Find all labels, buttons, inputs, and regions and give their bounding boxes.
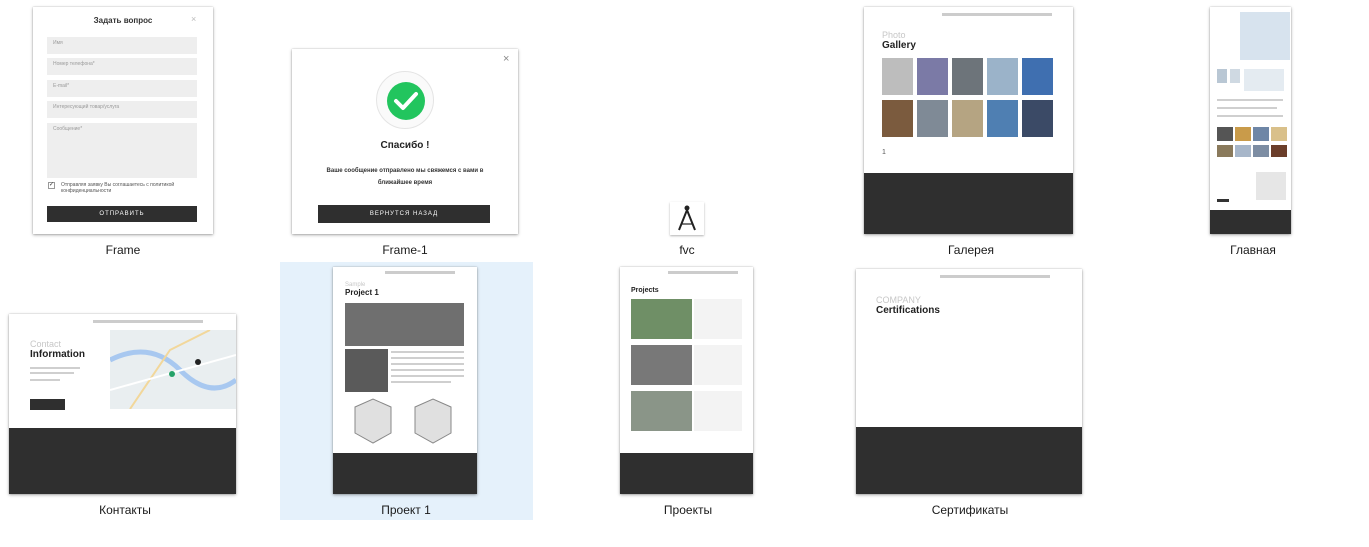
file-label: Главная xyxy=(1230,243,1276,257)
contacts-title-light: Contact xyxy=(30,339,62,349)
file-label: fvc xyxy=(679,243,695,257)
file-label: Frame xyxy=(105,243,141,257)
nav-bar xyxy=(93,320,203,323)
thumbnail-gallery: Photo Gallery 1 xyxy=(864,7,1073,234)
floor-plans xyxy=(345,397,464,447)
thumbnail-frame-1: × Спасибо ! Ваше сообщение отправлено мы… xyxy=(292,49,518,234)
gallery-title-light: Photo xyxy=(882,30,906,40)
back-button: ВЕРНУТСЯ НАЗАД xyxy=(318,205,490,223)
consent-text: Отправляя заявку Вы соглашаетесь с полит… xyxy=(61,182,175,194)
close-icon: × xyxy=(191,14,197,24)
nav-bar xyxy=(385,271,455,274)
phone-field: Номер телефона* xyxy=(47,58,197,75)
compass-logo-icon xyxy=(670,202,704,235)
map xyxy=(108,329,236,410)
file-label: Проект 1 xyxy=(381,503,431,517)
pagination-current: 1 xyxy=(882,149,886,156)
nav-bar xyxy=(940,275,1050,278)
name-field: Имя xyxy=(47,37,197,54)
certs-title-light: COMPANY xyxy=(876,295,921,305)
thumbnail-frame: Задать вопрос × Имя Номер телефона* E-ma… xyxy=(33,7,213,234)
thumbnail-contacts: Contact Information xyxy=(9,314,236,494)
submit-button: ОТПРАВИТЬ xyxy=(47,206,197,222)
email-field: E-mail* xyxy=(47,80,197,97)
thanks-title: Спасибо ! xyxy=(380,140,430,151)
file-label: Frame-1 xyxy=(382,243,428,257)
file-label: Галерея xyxy=(947,243,995,257)
footer xyxy=(9,428,236,494)
message-field: Сообщение* xyxy=(47,123,197,178)
nav-bar xyxy=(942,13,1052,16)
check-circle-icon xyxy=(376,71,434,129)
gallery-title-bold: Gallery xyxy=(882,40,916,51)
thanks-message: Ваше сообщение отправлено мы свяжемся с … xyxy=(326,168,484,186)
thumbnail-project-1: Sample Project 1 xyxy=(333,267,477,494)
footer xyxy=(620,453,753,494)
product-field: Интересующий товар/услуга xyxy=(47,101,197,118)
photo-grid xyxy=(882,58,1056,138)
frame-form-title: Задать вопрос xyxy=(93,16,153,25)
project-main-photo xyxy=(345,303,464,346)
footer xyxy=(1210,210,1291,234)
file-label: Контакты xyxy=(99,503,151,517)
project1-title-bold: Project 1 xyxy=(345,288,379,297)
footer xyxy=(333,453,477,494)
projects-title-bold: Projects xyxy=(631,287,659,294)
file-label: Сертификаты xyxy=(931,503,1009,517)
file-label: Проекты xyxy=(663,503,713,517)
close-icon: × xyxy=(503,53,510,65)
thumbnail-projects: Projects xyxy=(620,267,753,494)
thumbnail-certifications: COMPANY Certifications xyxy=(856,269,1082,494)
send-button xyxy=(30,399,65,410)
footer xyxy=(864,173,1073,234)
thumbnail-home xyxy=(1210,7,1291,234)
contacts-title-bold: Information xyxy=(30,349,85,360)
footer xyxy=(856,427,1082,494)
hero-image xyxy=(1240,12,1290,60)
certs-title-bold: Certifications xyxy=(876,305,940,316)
nav-bar xyxy=(668,271,738,274)
checkbox-icon: ✓ xyxy=(48,182,55,189)
